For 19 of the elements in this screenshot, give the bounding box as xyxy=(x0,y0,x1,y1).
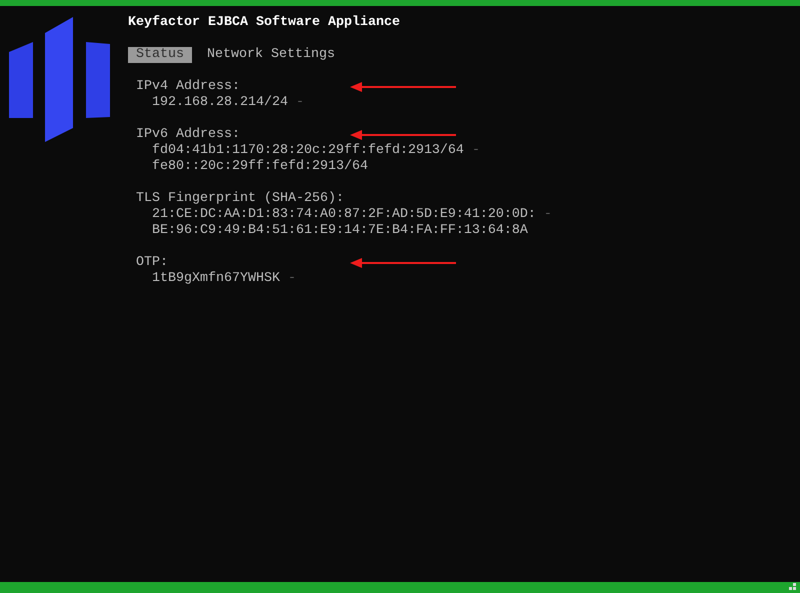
tab[interactable]: Status xyxy=(128,47,192,63)
field-value: 1tB9gXmfn67YWHSK xyxy=(152,271,280,287)
field-value: fe80::20c:29ff:fefd:2913/64 xyxy=(152,159,368,175)
grip-icon xyxy=(789,583,797,591)
field-value: fd04:41b1:1170:28:20c:29ff:fefd:2913/64 xyxy=(152,143,464,159)
dash-marker: - xyxy=(472,143,480,159)
field-label: TLS Fingerprint (SHA-256): xyxy=(136,191,344,207)
dash-marker: - xyxy=(544,207,552,223)
field-value: 21:CE:DC:AA:D1:83:74:A0:87:2F:AD:5D:E9:41:20:0D: xyxy=(152,207,536,223)
field-label: IPv4 Address: xyxy=(136,79,240,95)
dash-marker: - xyxy=(296,95,304,111)
field-label: OTP: xyxy=(136,255,168,271)
field-value: BE:96:C9:49:B4:51:61:E9:14:7E:B4:FA:FF:13:64:8A xyxy=(152,223,528,239)
tab[interactable]: Network Settings xyxy=(199,47,343,63)
app-title: Keyfactor EJBCA Software Appliance xyxy=(128,15,401,31)
dash-marker: - xyxy=(288,271,296,287)
logo-icon xyxy=(9,16,111,143)
field-value: 192.168.28.214/24 xyxy=(152,95,288,111)
field-label: IPv6 Address: xyxy=(136,127,240,143)
